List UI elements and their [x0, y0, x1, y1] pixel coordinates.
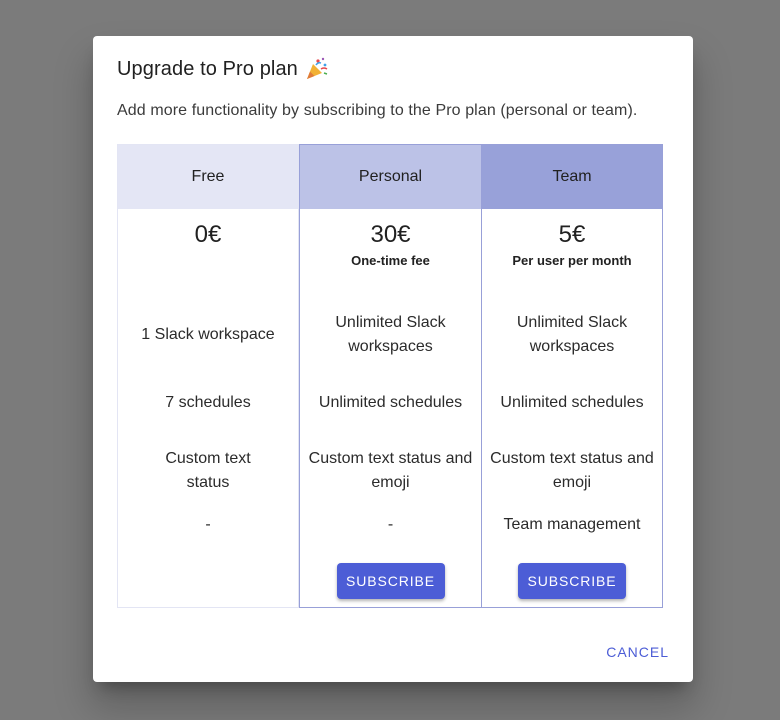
feature-team: -	[205, 516, 211, 533]
plan-team: Team 5€ Per user per month Unlimited Sla…	[481, 144, 663, 608]
plan-personal: Personal 30€ One-time fee Unlimited Slac…	[299, 144, 481, 608]
feature-status: Custom text status and emoji	[308, 450, 473, 491]
feature-workspaces: Unlimited Slack workspaces	[335, 314, 446, 355]
plan-price: 30€	[370, 221, 411, 248]
feature-schedules: Unlimited schedules	[500, 394, 644, 411]
plan-price-note: Per user per month	[512, 253, 632, 268]
subscribe-personal-button[interactable]: SUBSCRIBE	[336, 563, 445, 599]
plan-name: Team	[482, 145, 662, 209]
feature-status: Custom text status and emoji	[490, 450, 654, 491]
dialog-subtitle: Add more functionality by subscribing to…	[117, 102, 638, 119]
plan-name: Free	[118, 145, 298, 209]
plans-table: Free 0€ 1 Slack workspace 7 schedules Cu…	[117, 144, 663, 608]
plan-price: 0€	[194, 221, 222, 248]
feature-team: -	[387, 516, 394, 533]
upgrade-dialog: Upgrade to Pro plan Add more functionali…	[93, 36, 693, 682]
feature-workspaces: 1 Slack workspace	[141, 326, 275, 343]
plan-free: Free 0€ 1 Slack workspace 7 schedules Cu…	[117, 144, 299, 608]
feature-team: Team management	[503, 516, 641, 533]
feature-workspaces: Unlimited Slack workspaces	[516, 314, 628, 355]
cancel-button[interactable]: CANCEL	[598, 638, 677, 666]
feature-schedules: 7 schedules	[165, 394, 251, 411]
dialog-title: Upgrade to Pro plan	[117, 56, 330, 82]
feature-status: Custom text status	[165, 450, 251, 491]
feature-schedules: Unlimited schedules	[318, 394, 463, 411]
plan-name: Personal	[300, 145, 481, 209]
plan-price-note: One-time fee	[351, 253, 430, 268]
dialog-title-text: Upgrade to Pro plan	[117, 57, 298, 80]
party-popper-icon	[304, 56, 330, 82]
subscribe-team-button[interactable]: SUBSCRIBE	[518, 563, 626, 599]
plan-price: 5€	[558, 221, 586, 248]
